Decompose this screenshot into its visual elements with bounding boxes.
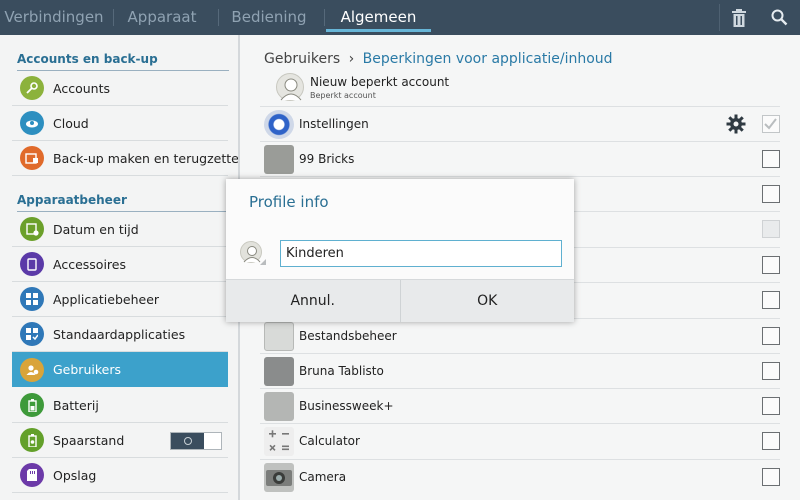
sidebar-item-battery[interactable]: Batterij	[12, 388, 228, 423]
app-checkbox[interactable]	[762, 397, 780, 415]
tab-verbindingen[interactable]: Verbindingen	[0, 0, 108, 35]
app-checkbox[interactable]	[762, 185, 780, 203]
breadcrumb-current: Beperkingen voor applicatie/inhoud	[362, 51, 613, 67]
key-icon	[20, 76, 44, 100]
sidebar-item-label: Batterij	[53, 397, 99, 413]
cancel-button[interactable]: Annul.	[226, 280, 400, 322]
app-checkbox[interactable]	[762, 115, 780, 133]
battery-icon	[20, 393, 44, 417]
account-avatar-icon[interactable]	[276, 73, 304, 101]
sidebar-item-users[interactable]: Gebruikers	[12, 352, 228, 387]
users-icon	[20, 357, 44, 382]
bricks-app-icon	[264, 145, 294, 174]
cloud-icon	[20, 111, 44, 135]
app-label: Instellingen	[299, 117, 369, 131]
breadcrumb-separator: ›	[348, 51, 355, 67]
breadcrumb: Gebruikers › Beperkingen voor applicatie…	[264, 51, 613, 67]
search-icon[interactable]	[762, 0, 796, 35]
sidebar-item-backup[interactable]: Back-up maken en terugzetten	[12, 141, 247, 176]
profile-info-dialog: Profile info Annul. OK	[226, 179, 574, 322]
profile-name-input[interactable]	[280, 240, 562, 267]
sidebar-item-label: Opslag	[53, 467, 97, 483]
backup-icon	[20, 146, 44, 170]
app-row-99-bricks[interactable]: 99 Bricks	[260, 141, 780, 176]
sidebar-item-storage[interactable]: Opslag	[12, 458, 228, 493]
sidebar-item-accounts[interactable]: Accounts	[12, 71, 228, 106]
app-row-calculator[interactable]: Calculator	[260, 423, 780, 458]
sidebar-item-label: Spaarstand	[53, 432, 125, 448]
app-checkbox[interactable]	[762, 220, 780, 238]
sidebar-item-label: Accessoires	[53, 256, 126, 272]
app-checkbox[interactable]	[762, 150, 780, 168]
sidebar-item-label: Datum en tijd	[53, 221, 139, 237]
app-row-bruna-tablisto[interactable]: Bruna Tablisto	[260, 353, 780, 388]
app-row-camera[interactable]: Camera	[260, 459, 780, 494]
toolbar-separator	[719, 4, 720, 31]
toggle-knob	[171, 433, 204, 449]
app-checkbox[interactable]	[762, 291, 780, 309]
app-label: Bruna Tablisto	[299, 364, 384, 378]
apps-icon	[20, 287, 44, 311]
calendar-clock-icon	[20, 217, 44, 241]
dialog-buttons: Annul. OK	[226, 279, 574, 322]
tab-apparaat[interactable]: Apparaat	[118, 0, 206, 35]
section-header-device: Apparaatbeheer	[17, 193, 229, 212]
bruna-app-icon	[264, 357, 294, 386]
sidebar-item-label: Gebruikers	[53, 362, 121, 377]
sidebar-item-label: Cloud	[53, 115, 89, 131]
sidebar-item-date-time[interactable]: Datum en tijd	[12, 212, 228, 247]
tab-separator	[113, 9, 114, 26]
avatar-dropdown-indicator	[260, 259, 266, 265]
tab-separator	[218, 9, 219, 26]
sidebar-item-label: Applicatiebeheer	[53, 291, 160, 307]
app-checkbox[interactable]	[762, 327, 780, 345]
sidebar-item-label: Standaardapplicaties	[53, 326, 186, 342]
section-header-accounts: Accounts en back-up	[17, 52, 229, 71]
app-checkbox[interactable]	[762, 432, 780, 450]
breadcrumb-parent[interactable]: Gebruikers	[264, 51, 340, 67]
app-row-instellingen[interactable]: Instellingen	[260, 106, 780, 141]
trash-icon[interactable]	[722, 0, 756, 35]
power-saving-icon	[20, 428, 44, 452]
calculator-app-icon	[264, 427, 294, 456]
power-saving-toggle[interactable]	[170, 432, 222, 450]
app-label: Bestandsbeheer	[299, 329, 397, 343]
app-checkbox[interactable]	[762, 468, 780, 486]
account-name: Nieuw beperkt account	[310, 75, 450, 89]
businessweek-app-icon	[264, 392, 294, 421]
file-manager-app-icon	[264, 322, 294, 351]
app-checkbox[interactable]	[762, 256, 780, 274]
gear-icon[interactable]	[726, 114, 746, 134]
sidebar-item-app-manager[interactable]: Applicatiebeheer	[12, 282, 228, 317]
top-tab-bar: Verbindingen Apparaat Bediening Algemeen	[0, 0, 800, 35]
app-label: Calculator	[299, 434, 360, 448]
tab-bediening[interactable]: Bediening	[223, 0, 315, 35]
ok-button[interactable]: OK	[401, 280, 575, 322]
default-apps-icon	[20, 322, 44, 346]
sidebar-item-label: Accounts	[53, 80, 110, 96]
tab-separator	[324, 9, 325, 26]
accessory-icon	[20, 252, 44, 276]
account-type: Beperkt account	[310, 91, 376, 100]
app-row-bestandsbeheer[interactable]: Bestandsbeheer	[260, 318, 780, 353]
sidebar-item-accessories[interactable]: Accessoires	[12, 247, 228, 282]
sidebar-item-power-saving[interactable]: Spaarstand	[12, 423, 228, 458]
settings-sidebar: Accounts en back-up Accounts Cloud Back-…	[0, 35, 247, 500]
settings-app-icon	[264, 110, 294, 139]
app-label: Camera	[299, 470, 347, 484]
camera-app-icon	[264, 463, 294, 492]
sidebar-item-label: Back-up maken en terugzetten	[53, 150, 247, 166]
app-checkbox[interactable]	[762, 362, 780, 380]
sidebar-item-cloud[interactable]: Cloud	[12, 106, 228, 141]
app-row-businessweek[interactable]: Businessweek+	[260, 388, 780, 423]
profile-avatar-icon[interactable]	[240, 241, 262, 263]
dialog-title: Profile info	[249, 193, 329, 211]
storage-icon	[20, 463, 44, 487]
app-label: 99 Bricks	[299, 152, 355, 166]
app-label: Businessweek+	[299, 399, 394, 413]
active-tab-indicator	[326, 29, 431, 32]
sidebar-item-default-apps[interactable]: Standaardapplicaties	[12, 317, 228, 352]
